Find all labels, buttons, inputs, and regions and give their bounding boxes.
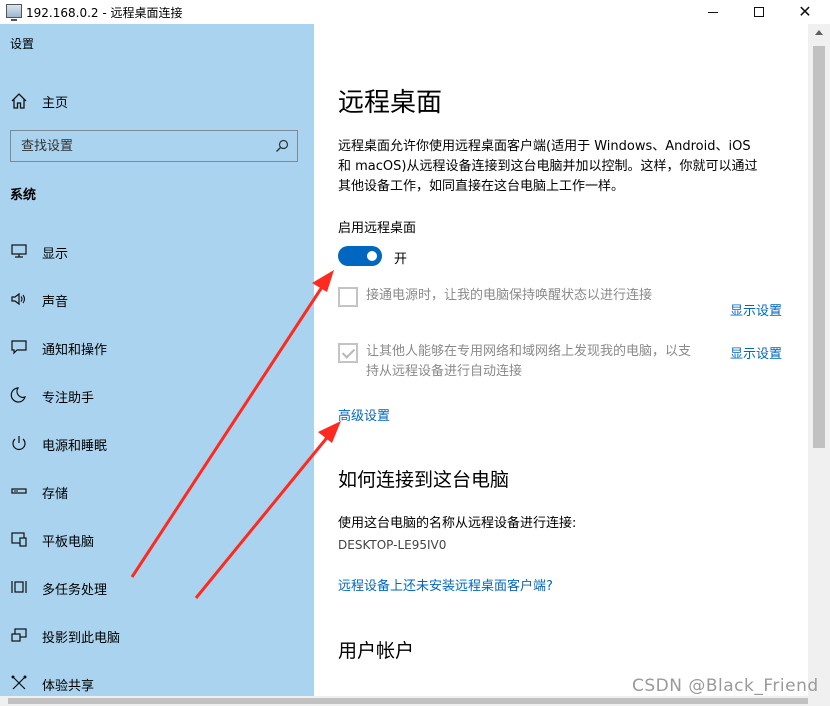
sidebar-item-focus-assist[interactable]: 专注助手 xyxy=(0,378,314,412)
how-to-connect-text: 使用这台电脑的名称从远程设备进行连接: xyxy=(338,516,577,531)
vertical-scrollbar[interactable] xyxy=(808,24,830,696)
description-line: 其他设备工作，如同直接在这台电脑上工作一样。 xyxy=(338,179,625,194)
search-input[interactable] xyxy=(11,131,267,161)
sidebar-item-label: 电源和睡眠 xyxy=(42,439,108,454)
sidebar-item-project-to-pc[interactable]: 投影到此电脑 xyxy=(0,618,314,652)
maximize-icon xyxy=(754,7,764,17)
sidebar-item-multitasking[interactable]: 多任务处理 xyxy=(0,570,314,604)
sidebar-item-display[interactable]: 显示 xyxy=(0,234,314,268)
page-description: 远程桌面允许你使用远程桌面客户端(适用于 Windows、Android、iOS… xyxy=(338,137,790,197)
minimize-button[interactable] xyxy=(690,0,736,24)
minimize-icon xyxy=(708,11,718,13)
speaker-icon xyxy=(11,292,26,306)
title-bar: 192.168.0.2 - 远程桌面连接 ✕ xyxy=(0,0,830,24)
project-icon xyxy=(11,628,27,642)
sidebar-item-sound[interactable]: 声音 xyxy=(0,282,314,316)
sidebar-item-notifications[interactable]: 通知和操作 xyxy=(0,330,314,364)
moon-icon xyxy=(10,387,26,403)
close-icon: ✕ xyxy=(798,2,812,21)
share-icon xyxy=(11,675,27,690)
display-settings-link-1[interactable]: 显示设置 xyxy=(730,300,782,319)
settings-search[interactable] xyxy=(10,130,298,162)
sidebar-home-label: 主页 xyxy=(42,96,69,111)
description-line: 和 macOS)从远程设备连接到这台电脑并加以控制。这样，你就可以通过 xyxy=(338,159,758,174)
csdn-watermark: CSDN @Black_Friend xyxy=(632,676,819,696)
discoverable-text-line2: 持从远程设备进行自动连接 xyxy=(366,364,523,379)
multitask-icon xyxy=(11,581,27,593)
remote-desktop-app-icon xyxy=(6,4,22,21)
horizontal-scroll-thumb[interactable] xyxy=(8,698,808,704)
sidebar-item-label: 存储 xyxy=(42,487,69,502)
keep-awake-checkbox[interactable] xyxy=(338,287,358,307)
sidebar-item-label: 专注助手 xyxy=(42,391,95,406)
toggle-state-label: 开 xyxy=(394,252,408,267)
discoverable-checkbox[interactable] xyxy=(338,343,358,363)
scroll-up-icon[interactable] xyxy=(815,30,823,35)
sidebar-item-label: 声音 xyxy=(42,295,69,310)
description-line: 远程桌面允许你使用远程桌面客户端(适用于 Windows、Android、iOS xyxy=(338,139,751,154)
tablet-icon xyxy=(11,532,27,547)
pc-name: DESKTOP-LE95IV0 xyxy=(338,538,447,552)
sidebar-item-storage[interactable]: 存储 xyxy=(0,474,314,508)
settings-sidebar: 设置 主页 系统 显示 声音 通知和操作 专注助手 电源和睡眠 存储 xyxy=(0,24,314,696)
sidebar-item-label: 体验共享 xyxy=(42,679,95,694)
sidebar-section-title: 系统 xyxy=(10,188,37,203)
home-icon xyxy=(11,93,27,109)
sidebar-item-label: 投影到此电脑 xyxy=(42,631,121,646)
user-accounts-heading: 用户帐户 xyxy=(338,640,415,662)
sidebar-item-label: 通知和操作 xyxy=(42,343,108,358)
close-button[interactable]: ✕ xyxy=(782,0,828,24)
install-client-link[interactable]: 远程设备上还未安装远程桌面客户端? xyxy=(338,575,553,594)
sidebar-item-label: 显示 xyxy=(42,247,69,262)
notification-icon xyxy=(11,340,27,355)
storage-icon xyxy=(11,488,27,494)
maximize-button[interactable] xyxy=(736,0,782,24)
sidebar-item-label: 平板电脑 xyxy=(42,535,95,550)
remote-desktop-page: 远程桌面 远程桌面允许你使用远程桌面客户端(适用于 Windows、Androi… xyxy=(314,24,808,696)
sidebar-home[interactable]: 主页 xyxy=(0,86,314,116)
search-icon xyxy=(276,139,289,152)
sidebar-item-label: 多任务处理 xyxy=(42,583,108,598)
settings-app-title: 设置 xyxy=(10,37,35,51)
sidebar-item-tablet[interactable]: 平板电脑 xyxy=(0,522,314,556)
sidebar-item-power-sleep[interactable]: 电源和睡眠 xyxy=(0,426,314,460)
page-title: 远程桌面 xyxy=(338,88,443,118)
display-icon xyxy=(11,244,27,258)
toggle-knob xyxy=(367,251,377,261)
discoverable-text-line1: 让其他人能够在专用网络和域网络上发现我的电脑，以支 xyxy=(366,344,692,359)
horizontal-scrollbar[interactable] xyxy=(0,696,830,706)
advanced-settings-link[interactable]: 高级设置 xyxy=(338,405,390,424)
display-settings-link-2[interactable]: 显示设置 xyxy=(730,343,782,362)
how-to-connect-heading: 如何连接到这台电脑 xyxy=(338,469,510,491)
keep-awake-text: 接通电源时，让我的电脑保持唤醒状态以进行连接 xyxy=(366,288,653,303)
vertical-scroll-thumb[interactable] xyxy=(813,46,825,448)
enable-remote-desktop-label: 启用远程桌面 xyxy=(338,221,417,236)
sidebar-item-shared-experiences[interactable]: 体验共享 xyxy=(0,666,314,700)
window-title: 192.168.0.2 - 远程桌面连接 xyxy=(26,6,183,20)
enable-remote-desktop-toggle[interactable] xyxy=(338,246,382,266)
power-icon xyxy=(12,436,26,450)
